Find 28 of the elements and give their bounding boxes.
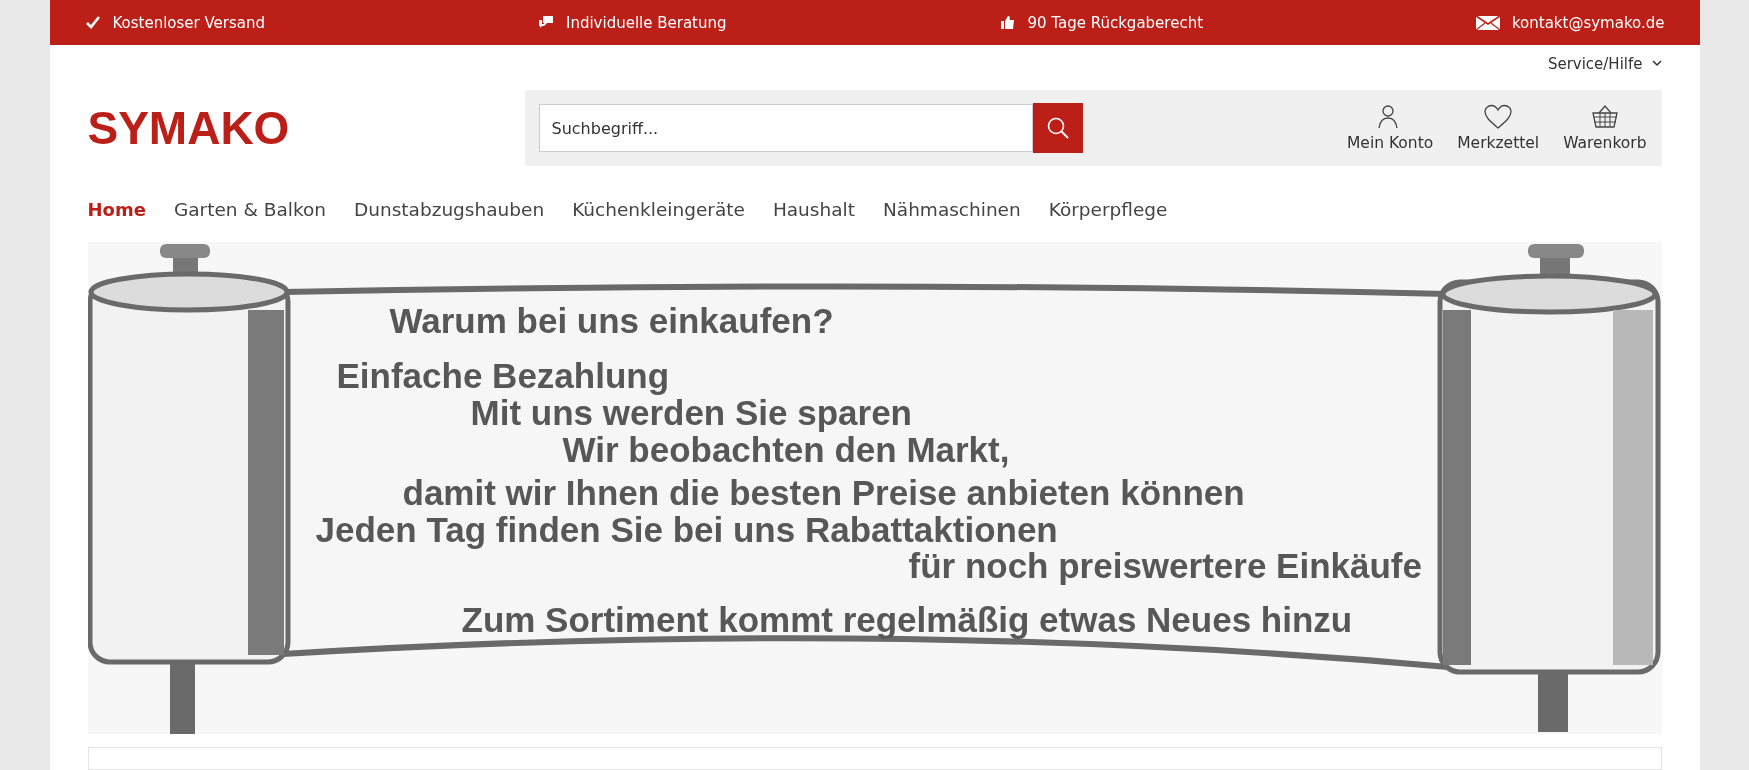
search-button[interactable]: [1032, 103, 1083, 153]
search-icon: [1045, 116, 1070, 140]
heart-icon: [1484, 104, 1513, 129]
account-button[interactable]: Mein Konto: [1342, 104, 1439, 152]
nav-link[interactable]: Home: [87, 199, 146, 237]
email-link[interactable]: kontakt@symako.de: [1511, 13, 1665, 32]
chevron-down-icon: [1651, 60, 1662, 67]
service-menu[interactable]: Service/Hilfe: [1547, 52, 1662, 75]
banner-text: Zum Sortiment kommt regelmäßig etwas Neues hinzu: [461, 600, 1353, 640]
nav-link[interactable]: Küchenkleingeräte: [572, 199, 745, 237]
banner-text: damit wir Ihnen die besten Preise anbieten können: [402, 473, 1245, 513]
search-field[interactable]: Suchbegriff...: [538, 104, 1033, 152]
wishlist-button[interactable]: Merkzettel: [1452, 104, 1545, 152]
banner-text: Warum bei uns einkaufen?: [389, 301, 834, 341]
usp-text: Kostenloser Versand: [112, 13, 266, 32]
thumbs-up-icon: [999, 13, 1016, 32]
envelope-icon: [1475, 13, 1500, 32]
nav-link[interactable]: Dunstabzugshauben: [354, 199, 545, 237]
usp-text: 90 Tage Rückgaberecht: [1027, 13, 1204, 32]
nav-link[interactable]: Körperpflege: [1048, 199, 1168, 237]
banner-text: Einfache Bezahlung: [336, 356, 670, 396]
logo: SYMAKO: [87, 101, 290, 155]
cart-button[interactable]: Warenkorb: [1558, 104, 1652, 152]
nav-link[interactable]: Nähmaschinen: [882, 199, 1021, 237]
usp-text: Individuelle Beratung: [565, 13, 727, 32]
nav-link[interactable]: Haushalt: [772, 199, 855, 237]
nav-link[interactable]: Garten & Balkon: [173, 199, 326, 237]
basket-icon: [1590, 104, 1619, 129]
